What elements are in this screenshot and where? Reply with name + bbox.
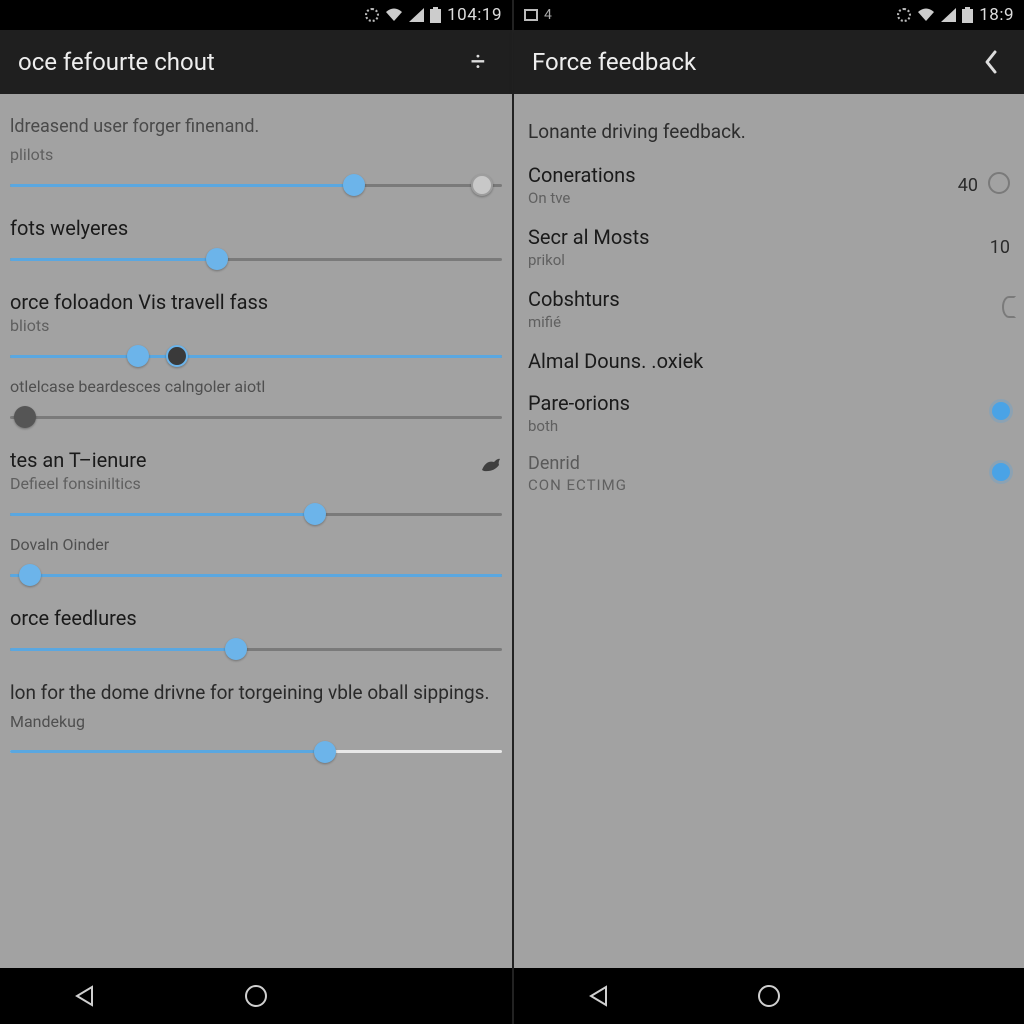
status-time: 18:9: [979, 5, 1014, 25]
slider[interactable]: [10, 735, 502, 769]
setting-row: Dovaln Oinder: [0, 531, 512, 592]
battery-icon: [962, 7, 973, 23]
setting-row: orce feedlures: [0, 592, 512, 666]
item-title: Secr al Mosts: [528, 225, 980, 249]
setting-row: plilots: [0, 141, 512, 202]
nav-home-button[interactable]: [216, 976, 296, 1016]
setting-label: Dovaln Oinder: [10, 535, 502, 558]
section-description: ldreasend user forger finenand.: [0, 104, 512, 141]
setting-label: fots welyeres: [10, 206, 502, 242]
item-title: Denrid: [528, 453, 982, 474]
setting-label: Mandekug: [10, 712, 502, 735]
setting-label: orce feedlures: [10, 596, 502, 632]
item-subtitle: both: [528, 415, 982, 435]
list-item[interactable]: Almal Douns. .oxiek: [514, 339, 1024, 381]
status-time: 104:19: [447, 5, 502, 25]
setting-sublabel: Defieel fonsiniltics: [10, 474, 472, 497]
slider[interactable]: [10, 400, 502, 434]
radio-button[interactable]: [982, 463, 1010, 485]
item-title: Cobshturs: [528, 287, 992, 311]
page-title: oce fefourte chout: [18, 48, 462, 76]
battery-icon: [430, 7, 441, 23]
item-subtitle: mifié: [528, 311, 992, 331]
list-item[interactable]: Cobshturs mifié: [514, 277, 1024, 339]
wifi-icon: [385, 8, 403, 22]
gear-icon: [365, 8, 379, 22]
setting-label: otlelcase beardesces calngoler aiotl: [10, 377, 502, 400]
radio-button[interactable]: [982, 402, 1010, 424]
setting-label: tes an T–ienure: [10, 438, 472, 474]
list-item[interactable]: Secr al Mosts prikol 10: [514, 215, 1024, 277]
navigation-bar: [514, 968, 1024, 1024]
list-item[interactable]: Conerations On tve 40: [514, 153, 1024, 215]
wifi-icon: [917, 8, 935, 22]
left-phone: 104:19 oce fefourte chout ÷ ldreasend us…: [0, 0, 512, 1024]
setting-row: Mandekug: [0, 708, 512, 769]
nav-home-button[interactable]: [729, 976, 809, 1016]
setting-row: fots welyeres: [0, 202, 512, 276]
app-bar: Force feedback: [514, 30, 1024, 94]
bird-icon: [472, 456, 502, 479]
nav-back-button[interactable]: [45, 976, 125, 1016]
item-title: Almal Douns. .oxiek: [528, 349, 1010, 373]
setting-label: orce foloadon Vis travell fass: [10, 280, 502, 316]
app-icon: [524, 9, 538, 21]
slider[interactable]: [10, 632, 502, 666]
radio-button[interactable]: [992, 296, 1016, 322]
settings-content: ldreasend user forger finenand. plilots …: [0, 94, 512, 968]
slider[interactable]: [10, 558, 502, 592]
list-item[interactable]: Pare-orions both: [514, 381, 1024, 443]
notification-indicator: 4: [524, 7, 552, 23]
right-phone: 4 18:9 Force feedback Lonante driving fe…: [512, 0, 1024, 1024]
notification-count: 4: [544, 7, 552, 23]
cell-signal-icon: [409, 8, 424, 22]
item-title: Pare-orions: [528, 391, 982, 415]
setting-row: otlelcase beardesces calngoler aiotl: [0, 373, 512, 434]
item-subtitle: prikol: [528, 249, 980, 269]
status-bar: 104:19: [0, 0, 512, 30]
overflow-button[interactable]: ÷: [462, 46, 494, 78]
item-subtitle: CON ECTIMG: [528, 474, 982, 494]
setting-row: tes an T–ienure Defieel fonsiniltics: [0, 434, 512, 531]
section-description: Lonante driving feedback.: [514, 104, 1024, 153]
item-subtitle: On tve: [528, 187, 948, 207]
setting-row: orce foloadon Vis travell fass bliots: [0, 276, 512, 373]
app-bar: oce fefourte chout ÷: [0, 30, 512, 94]
slider[interactable]: [10, 339, 502, 373]
cell-signal-icon: [941, 8, 956, 22]
footer-description: lon for the dome drivne for torgeining v…: [0, 666, 512, 708]
item-value: 40: [948, 175, 978, 196]
setting-sublabel: bliots: [10, 316, 502, 339]
settings-content: Lonante driving feedback. Conerations On…: [514, 94, 1024, 968]
back-button[interactable]: [974, 46, 1006, 78]
nav-back-button[interactable]: [559, 976, 639, 1016]
page-title: Force feedback: [532, 48, 974, 76]
navigation-bar: [0, 968, 512, 1024]
gear-icon: [897, 8, 911, 22]
item-title: Conerations: [528, 163, 948, 187]
setting-label: plilots: [10, 145, 502, 168]
slider[interactable]: [10, 168, 502, 202]
list-item[interactable]: Denrid CON ECTIMG: [514, 443, 1024, 502]
item-value: 10: [980, 237, 1010, 258]
slider[interactable]: [10, 242, 502, 276]
status-bar: 4 18:9: [514, 0, 1024, 30]
radio-button[interactable]: [978, 172, 1010, 198]
slider[interactable]: [10, 497, 502, 531]
